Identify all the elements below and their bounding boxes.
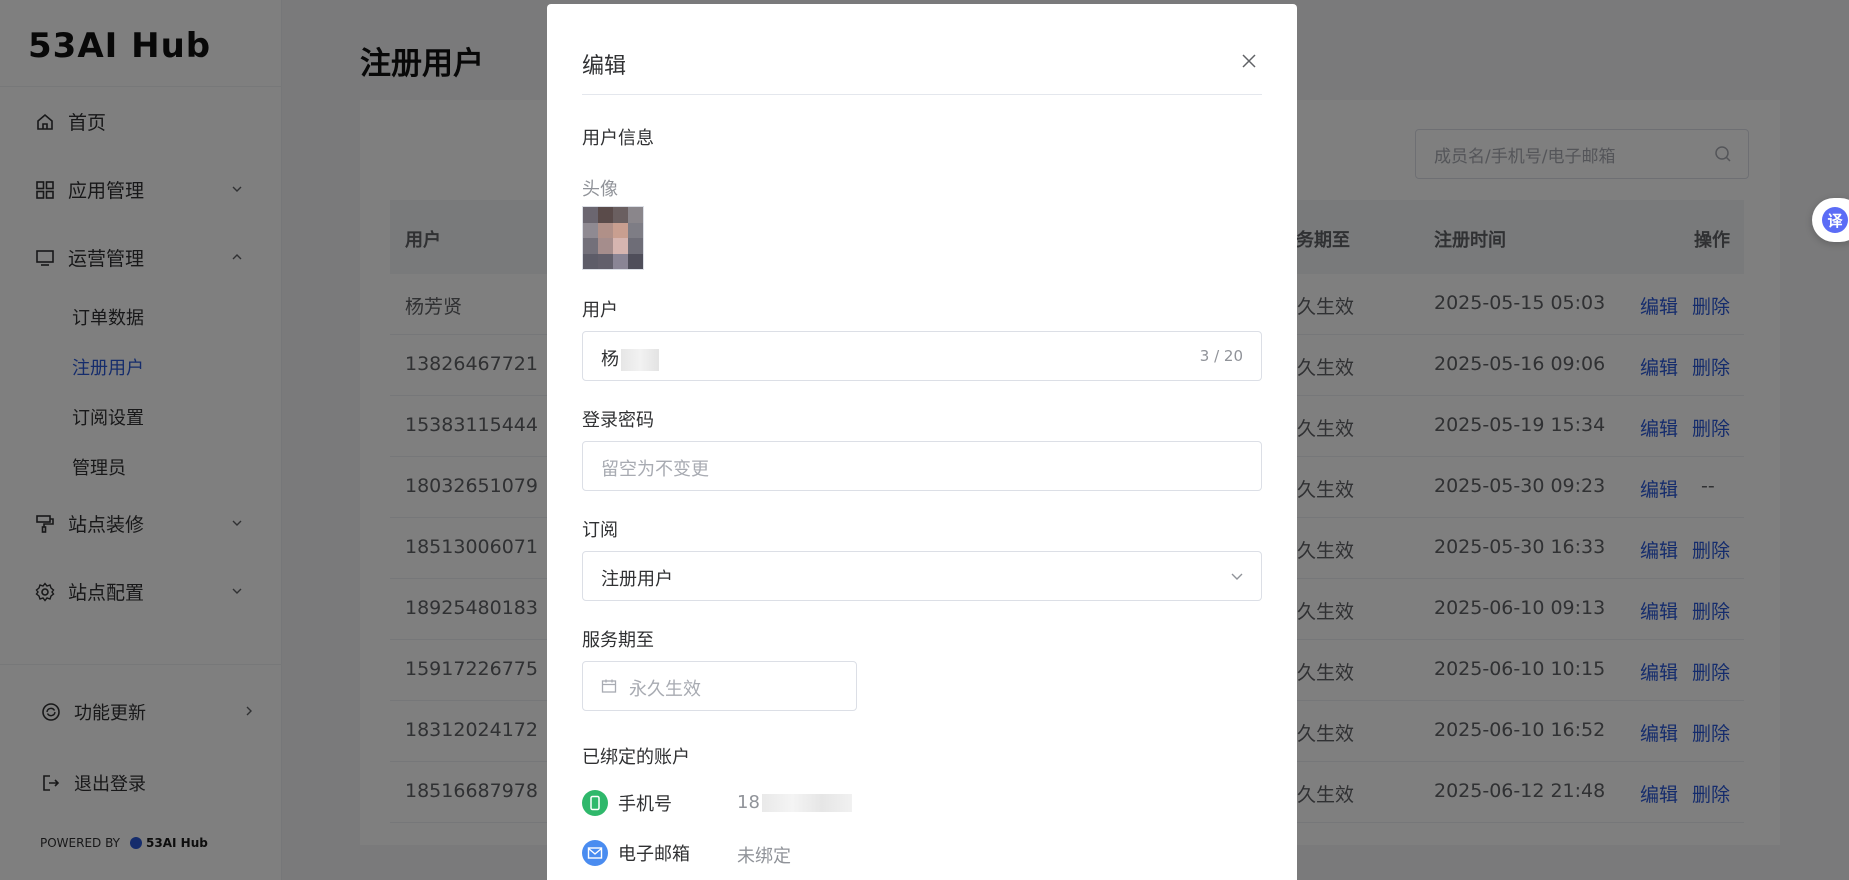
phone-label: 手机号: [618, 794, 672, 815]
email-value: 未绑定: [737, 846, 791, 867]
avatar[interactable]: [582, 206, 644, 270]
password-label: 登录密码: [582, 410, 654, 431]
avatar-label: 头像: [582, 179, 618, 200]
password-placeholder: 留空为不变更: [601, 459, 709, 480]
username-value: 杨: [601, 349, 619, 370]
edit-user-dialog: 编辑 用户信息 头像 用户 杨 3 / 20 登录密码 留空为不变更 订阅 注册…: [547, 4, 1297, 880]
bound-email-row: 电子邮箱: [582, 840, 690, 866]
service-until-label: 服务期至: [582, 630, 654, 651]
user-label: 用户: [582, 300, 618, 321]
service-until-placeholder: 永久生效: [629, 679, 701, 700]
translate-button[interactable]: 译: [1812, 198, 1849, 242]
close-icon[interactable]: [1237, 49, 1261, 73]
mail-icon: [582, 840, 608, 866]
chevron-down-icon: [1229, 568, 1245, 588]
phone-icon: [582, 790, 608, 816]
password-input[interactable]: 留空为不变更: [582, 441, 1262, 491]
phone-value: 18: [737, 792, 760, 813]
redacted-text: [621, 349, 659, 371]
bound-accounts-label: 已绑定的账户: [582, 747, 690, 768]
username-input[interactable]: 杨 3 / 20: [582, 331, 1262, 381]
translate-icon: 译: [1822, 207, 1848, 233]
subscription-select[interactable]: 注册用户: [582, 551, 1262, 601]
char-counter: 3 / 20: [1199, 347, 1243, 365]
bound-phone-row: 手机号: [582, 790, 672, 816]
subscription-label: 订阅: [582, 520, 618, 541]
section-user-info: 用户信息: [582, 128, 654, 149]
divider: [582, 94, 1262, 95]
phone-value-wrap: 18: [737, 792, 852, 813]
email-label: 电子邮箱: [618, 844, 690, 865]
redacted-text: [761, 794, 852, 812]
subscription-value: 注册用户: [601, 569, 673, 590]
username-value-wrap: 杨: [601, 345, 659, 371]
calendar-icon: [601, 678, 617, 698]
dialog-title: 编辑: [582, 54, 627, 79]
service-until-date-picker[interactable]: 永久生效: [582, 661, 857, 711]
